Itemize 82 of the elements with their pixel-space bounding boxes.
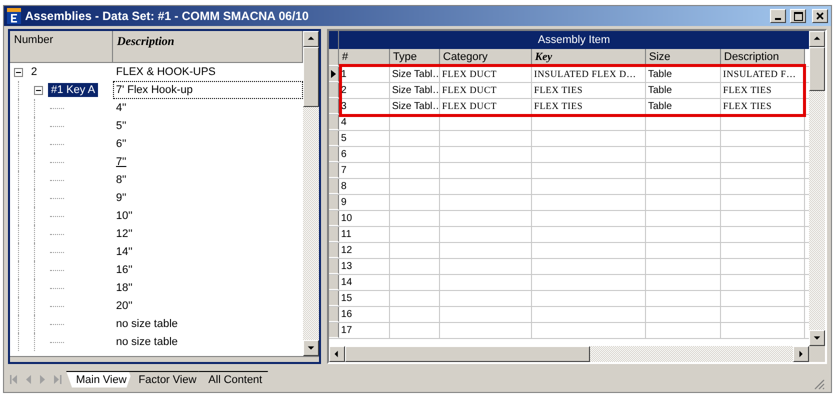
table-cell: Table: [648, 85, 672, 96]
tree-item-number[interactable]: #1 Key A: [48, 83, 98, 97]
tree-item-description[interactable]: 7'': [113, 153, 303, 171]
tree-item-description[interactable]: 8'': [113, 171, 303, 189]
minimize-button[interactable]: [770, 9, 786, 23]
tree-item-description[interactable]: 7' Flex Hook-up: [113, 81, 303, 99]
close-icon: [816, 12, 824, 20]
up-arrow-icon: [813, 35, 821, 43]
table-cell: Size Tabl…: [392, 85, 439, 96]
table-cell: Size Tabl…: [392, 101, 439, 112]
scroll-left-button[interactable]: [329, 346, 345, 362]
table-cell: Table: [648, 101, 672, 112]
tree-item-description[interactable]: 9'': [113, 189, 303, 207]
table-cell: 4: [341, 117, 347, 128]
table-cell: FLEX TIES: [723, 86, 772, 96]
window-title: Assemblies - Data Set: #1 - COMM SMACNA 06/10: [25, 9, 309, 23]
tree-item-description[interactable]: no size table: [113, 333, 303, 351]
tree-item-description[interactable]: 20'': [113, 297, 303, 315]
table-cell: 1: [341, 69, 347, 80]
table-cell: 16: [341, 309, 352, 320]
horizontal-scrollbar[interactable]: [329, 346, 825, 362]
scroll-up-button[interactable]: [809, 31, 825, 47]
table-cell: Table: [648, 69, 672, 80]
table-cell: FLEX TIES: [723, 102, 772, 112]
table-cell: FLEX TIES: [534, 102, 583, 112]
scroll-right-button[interactable]: [793, 346, 809, 362]
table-cell: 8: [341, 181, 347, 192]
scrollbar-corner: [809, 346, 825, 362]
tree-item-description[interactable]: 10'': [113, 207, 303, 225]
collapse-icon[interactable]: [14, 68, 23, 76]
table-cell: 15: [341, 293, 352, 304]
table-cell: FLEX DUCT: [442, 102, 497, 112]
table-cell: 14: [341, 277, 352, 288]
app-icon: [7, 8, 21, 24]
table-cell: FLEX DUCT: [442, 70, 497, 80]
table-cell: FLEX TIES: [534, 86, 583, 96]
table-cell: INSULATED F…: [723, 70, 796, 80]
right-arrow-icon: [797, 350, 805, 358]
maximize-button[interactable]: [790, 9, 806, 23]
tree-item-description[interactable]: 6'': [113, 135, 303, 153]
tree-item-description[interactable]: no size table: [113, 315, 303, 333]
tree-item-description[interactable]: 18'': [113, 279, 303, 297]
table-cell: Size Tabl…: [392, 69, 439, 80]
view-tab[interactable]: Main View: [66, 370, 133, 388]
scroll-down-button[interactable]: [303, 340, 319, 356]
grid-title: Assembly Item: [339, 31, 809, 49]
current-row-icon: [331, 70, 336, 78]
tree-item-description[interactable]: 5'': [113, 117, 303, 135]
vertical-scrollbar[interactable]: [303, 31, 319, 356]
table-cell: FLEX DUCT: [442, 86, 497, 96]
table-cell: 12: [341, 245, 352, 256]
scroll-thumb[interactable]: [345, 346, 590, 362]
tree-item-description[interactable]: 14'': [113, 243, 303, 261]
scroll-thumb[interactable]: [809, 47, 825, 91]
tree-item-description[interactable]: FLEX & HOOK-UPS: [113, 63, 303, 81]
table-cell: 5: [341, 133, 347, 144]
tree-item-number[interactable]: 2: [28, 65, 40, 79]
close-button[interactable]: [812, 9, 828, 23]
tree-item-description[interactable]: 4'': [113, 99, 303, 117]
scroll-thumb[interactable]: [303, 47, 319, 107]
down-arrow-icon: [307, 344, 315, 352]
left-arrow-icon: [333, 350, 341, 358]
table-cell: INSULATED FLEX D…: [534, 70, 636, 80]
tree-item-description[interactable]: 16'': [113, 261, 303, 279]
maximize-icon: [794, 12, 802, 20]
table-cell: 7: [341, 165, 347, 176]
column-header[interactable]: Number: [10, 31, 113, 62]
table-cell: 10: [341, 213, 352, 224]
resize-grip-icon[interactable]: [813, 378, 825, 390]
table-cell: 6: [341, 149, 347, 160]
scroll-down-button[interactable]: [809, 330, 825, 346]
table-cell: 17: [341, 325, 352, 336]
vertical-scrollbar[interactable]: [809, 31, 825, 346]
table-cell: 13: [341, 261, 352, 272]
collapse-icon[interactable]: [34, 86, 43, 94]
down-arrow-icon: [813, 334, 821, 342]
row-header[interactable]: [329, 67, 339, 82]
table-cell: 9: [341, 197, 347, 208]
up-arrow-icon: [307, 35, 315, 43]
scroll-up-button[interactable]: [303, 31, 319, 47]
tree-item-description[interactable]: 12'': [113, 225, 303, 243]
table-cell: 11: [341, 229, 352, 240]
